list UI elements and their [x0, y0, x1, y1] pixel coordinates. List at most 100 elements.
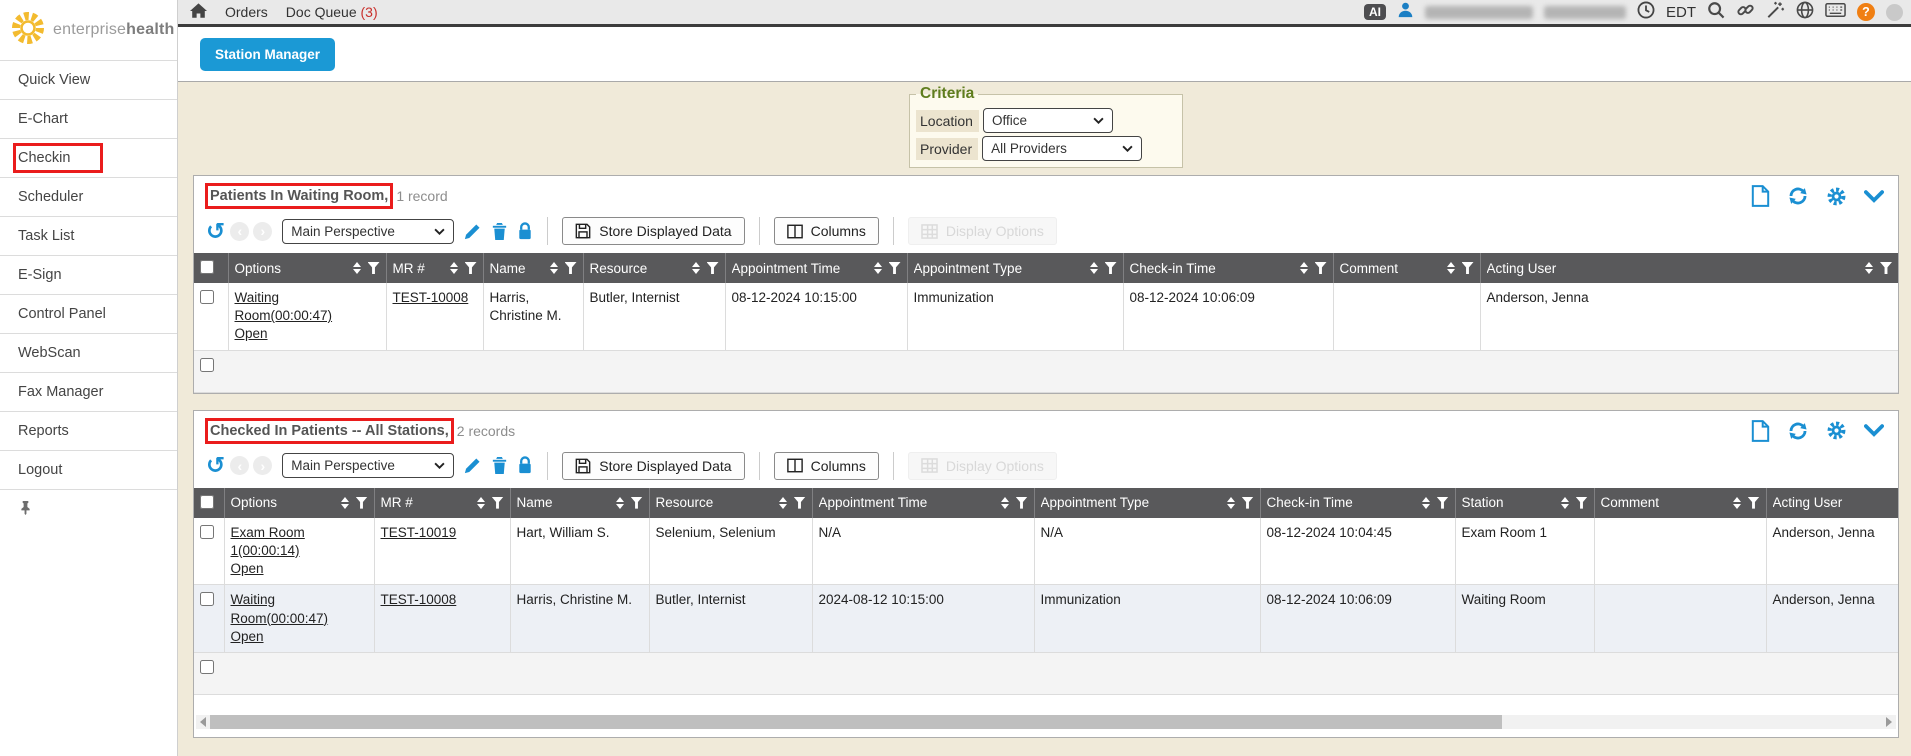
- mr-number-link[interactable]: TEST-10008: [393, 290, 469, 305]
- filter-funnel-icon[interactable]: [565, 262, 577, 274]
- sort-icon[interactable]: [692, 262, 700, 274]
- sort-icon[interactable]: [1422, 497, 1430, 509]
- filter-funnel-icon[interactable]: [1016, 497, 1028, 509]
- columns-button[interactable]: Columns: [774, 217, 879, 245]
- nav-doc-queue[interactable]: Doc Queue (3): [286, 4, 378, 20]
- undo-icon[interactable]: ↺: [206, 454, 225, 477]
- sidebar-item-control-panel[interactable]: Control Panel: [0, 294, 177, 333]
- filter-funnel-icon[interactable]: [492, 497, 504, 509]
- provider-select[interactable]: All Providers: [982, 136, 1142, 161]
- search-icon[interactable]: [1707, 1, 1725, 24]
- sort-icon[interactable]: [341, 497, 349, 509]
- store-displayed-data-button[interactable]: Store Displayed Data: [562, 452, 744, 480]
- magic-wand-icon[interactable]: [1766, 1, 1785, 24]
- enterprise-health-logo[interactable]: enterprisehealth: [0, 0, 177, 60]
- sort-icon[interactable]: [1561, 497, 1569, 509]
- sidebar-item-task-list[interactable]: Task List: [0, 216, 177, 255]
- sort-icon[interactable]: [1447, 262, 1455, 274]
- open-link[interactable]: Open: [231, 561, 264, 576]
- sort-icon[interactable]: [550, 262, 558, 274]
- home-icon[interactable]: [190, 3, 207, 22]
- mr-number-link[interactable]: TEST-10019: [381, 525, 457, 540]
- ai-badge[interactable]: AI: [1364, 4, 1386, 20]
- refresh-icon[interactable]: [1787, 185, 1809, 207]
- collapse-chevron-icon[interactable]: [1864, 190, 1884, 203]
- new-document-icon[interactable]: [1751, 420, 1770, 442]
- horizontal-scrollbar[interactable]: [196, 715, 1896, 729]
- edit-pencil-icon[interactable]: [463, 456, 482, 475]
- location-select[interactable]: Office: [983, 108, 1113, 133]
- perspective-select[interactable]: Main Perspective: [282, 219, 454, 244]
- mr-number-link[interactable]: TEST-10008: [381, 592, 457, 607]
- sort-icon[interactable]: [353, 262, 361, 274]
- globe-icon[interactable]: [1796, 1, 1814, 24]
- footer-checkbox[interactable]: [200, 660, 214, 674]
- sort-icon[interactable]: [1300, 262, 1308, 274]
- edit-pencil-icon[interactable]: [463, 222, 482, 241]
- sort-icon[interactable]: [779, 497, 787, 509]
- scroll-right-arrow-icon[interactable]: [1886, 717, 1892, 727]
- perspective-select[interactable]: Main Perspective: [282, 453, 454, 478]
- status-circle-icon[interactable]: [1886, 4, 1903, 21]
- filter-funnel-icon[interactable]: [1748, 497, 1760, 509]
- sort-icon[interactable]: [450, 262, 458, 274]
- gear-icon[interactable]: [1826, 186, 1847, 207]
- user-icon[interactable]: [1397, 1, 1414, 23]
- sort-icon[interactable]: [1227, 497, 1235, 509]
- delete-trash-icon[interactable]: [491, 222, 508, 241]
- row-checkbox[interactable]: [200, 525, 214, 539]
- clock-icon[interactable]: [1637, 1, 1655, 24]
- tab-station-manager[interactable]: Station Manager: [200, 38, 335, 71]
- scroll-left-arrow-icon[interactable]: [200, 717, 206, 727]
- station-timer-link[interactable]: Waiting Room(00:00:47): [231, 592, 329, 625]
- collapse-chevron-icon[interactable]: [1864, 424, 1884, 437]
- sort-icon[interactable]: [874, 262, 882, 274]
- new-document-icon[interactable]: [1751, 185, 1770, 207]
- sort-icon[interactable]: [477, 497, 485, 509]
- filter-funnel-icon[interactable]: [1315, 262, 1327, 274]
- filter-funnel-icon[interactable]: [1462, 262, 1474, 274]
- row-checkbox[interactable]: [200, 592, 214, 606]
- sidebar-item-reports[interactable]: Reports: [0, 411, 177, 450]
- undo-icon[interactable]: ↺: [206, 220, 225, 243]
- sort-icon[interactable]: [1733, 497, 1741, 509]
- filter-funnel-icon[interactable]: [1242, 497, 1254, 509]
- open-link[interactable]: Open: [235, 326, 268, 341]
- station-timer-link[interactable]: Exam Room 1(00:00:14): [231, 525, 305, 558]
- sidebar-item-fax-manager[interactable]: Fax Manager: [0, 372, 177, 411]
- sort-icon[interactable]: [1090, 262, 1098, 274]
- sort-icon[interactable]: [1001, 497, 1009, 509]
- open-link[interactable]: Open: [231, 629, 264, 644]
- next-perspective-button[interactable]: ›: [253, 456, 272, 475]
- columns-button[interactable]: Columns: [774, 452, 879, 480]
- link-icon[interactable]: [1736, 1, 1755, 24]
- filter-funnel-icon[interactable]: [465, 262, 477, 274]
- sidebar-item-e-sign[interactable]: E-Sign: [0, 255, 177, 294]
- lock-icon[interactable]: [517, 222, 533, 241]
- filter-funnel-icon[interactable]: [707, 262, 719, 274]
- station-timer-link[interactable]: Waiting Room(00:00:47): [235, 290, 333, 323]
- filter-funnel-icon[interactable]: [1105, 262, 1117, 274]
- sidebar-item-webscan[interactable]: WebScan: [0, 333, 177, 372]
- keyboard-icon[interactable]: [1825, 2, 1846, 23]
- help-icon[interactable]: ?: [1857, 3, 1875, 21]
- filter-funnel-icon[interactable]: [1576, 497, 1588, 509]
- prev-perspective-button[interactable]: ‹: [230, 222, 249, 241]
- gear-icon[interactable]: [1826, 420, 1847, 441]
- prev-perspective-button[interactable]: ‹: [230, 456, 249, 475]
- filter-funnel-icon[interactable]: [794, 497, 806, 509]
- delete-trash-icon[interactable]: [491, 456, 508, 475]
- sort-icon[interactable]: [616, 497, 624, 509]
- select-all-checkbox[interactable]: [200, 260, 214, 274]
- select-all-checkbox[interactable]: [200, 495, 214, 509]
- scrollbar-thumb[interactable]: [210, 715, 1502, 729]
- lock-icon[interactable]: [517, 456, 533, 475]
- sidebar-item-e-chart[interactable]: E-Chart: [0, 99, 177, 138]
- sidebar-item-checkin[interactable]: Checkin: [0, 138, 177, 177]
- sort-icon[interactable]: [1865, 262, 1873, 274]
- filter-funnel-icon[interactable]: [889, 262, 901, 274]
- row-checkbox[interactable]: [200, 290, 214, 304]
- sidebar-item-logout[interactable]: Logout: [0, 450, 177, 489]
- sidebar-pin-toggle[interactable]: [0, 489, 177, 528]
- nav-orders[interactable]: Orders: [225, 4, 268, 20]
